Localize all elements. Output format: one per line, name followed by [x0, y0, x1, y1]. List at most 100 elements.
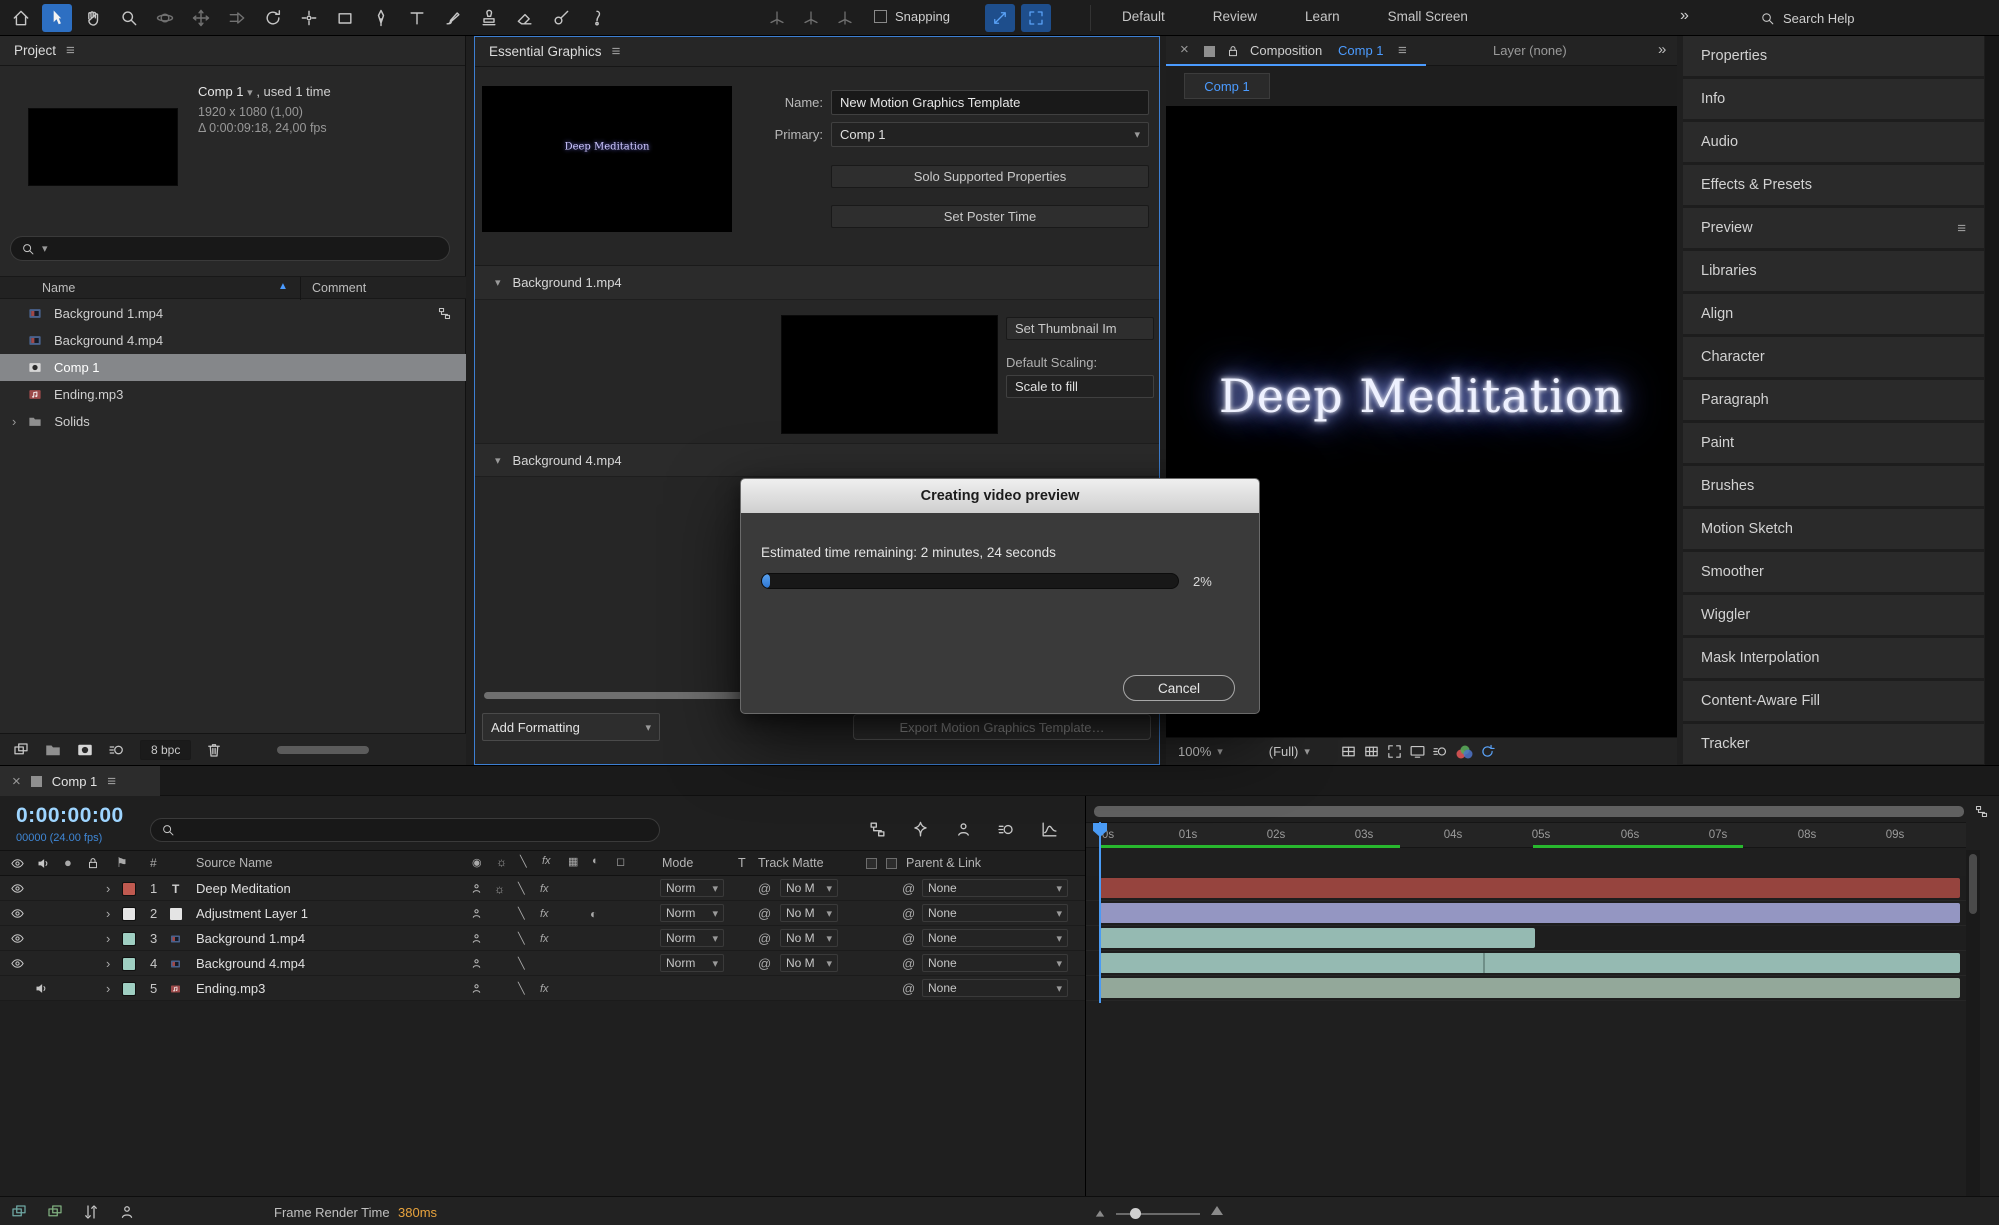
quality-icon[interactable]: ╲: [518, 976, 525, 1001]
layer-row-3[interactable]: › 3 Background 1.mp4 ╲ fx Norm▾ @ No M▾ …: [0, 926, 1085, 951]
bit-depth-button[interactable]: 8 bpc: [140, 740, 191, 760]
view-axis-mode-icon[interactable]: [830, 4, 860, 32]
layer-expander-icon[interactable]: ›: [106, 926, 110, 951]
selection-tool[interactable]: [42, 4, 72, 32]
channel-rgb-icon[interactable]: [1455, 744, 1473, 760]
orbit-camera-tool[interactable]: [150, 4, 180, 32]
zoom-in-mountain-icon[interactable]: [1211, 1206, 1223, 1215]
video-column-icon[interactable]: [10, 856, 25, 871]
source-name-column[interactable]: Source Name: [196, 856, 272, 870]
eye-icon[interactable]: [10, 956, 25, 971]
set-poster-time-button[interactable]: Set Poster Time: [831, 205, 1149, 228]
project-panel-header[interactable]: Project ≡: [0, 36, 465, 66]
expand-in-out-icon[interactable]: [82, 1203, 100, 1221]
render-info-icon[interactable]: [118, 1203, 136, 1221]
panel-menu-icon[interactable]: ≡: [66, 42, 75, 59]
track-matte-dropdown[interactable]: No M▾: [780, 879, 838, 897]
resolution-dropdown[interactable]: (Full): [1269, 744, 1299, 759]
expand-layer-switches-icon[interactable]: [10, 1203, 28, 1221]
parent-dropdown[interactable]: None▾: [922, 929, 1068, 947]
blend-mode-dropdown[interactable]: Norm▾: [660, 879, 724, 897]
comp-sub-tab[interactable]: Comp 1: [1184, 73, 1270, 99]
layer-name[interactable]: Ending.mp3: [196, 976, 265, 1001]
project-hscrollbar[interactable]: [277, 746, 369, 754]
project-item-ending-mp3[interactable]: Ending.mp3: [0, 381, 466, 408]
snapping-checkbox[interactable]: [874, 10, 887, 23]
layer-row-5[interactable]: › 5 Ending.mp3 ╲ fx @ None▾: [0, 976, 1085, 1001]
hand-tool[interactable]: [78, 4, 108, 32]
mini-flowchart-icon[interactable]: [868, 820, 887, 839]
rotate-tool[interactable]: [258, 4, 288, 32]
layer-row-4[interactable]: › 4 Background 4.mp4 ╲ Norm▾ @ No M▾ @ N…: [0, 951, 1085, 976]
quality-icon[interactable]: ╲: [518, 901, 525, 926]
parent-pickwhip-icon[interactable]: @: [902, 876, 915, 901]
layer-duration-bar[interactable]: [1100, 953, 1960, 973]
panel-tab-mask-interpolation[interactable]: Mask Interpolation: [1683, 638, 1984, 678]
sort-ascending-icon[interactable]: ▲: [278, 281, 288, 292]
essential-graphics-header[interactable]: Essential Graphics ≡: [475, 37, 1159, 67]
local-axis-mode-icon[interactable]: [762, 4, 792, 32]
eye-icon[interactable]: [10, 931, 25, 946]
column-name[interactable]: Name: [42, 281, 75, 295]
parent-pickwhip-icon[interactable]: @: [902, 926, 915, 951]
layer-name[interactable]: Background 4.mp4: [196, 951, 305, 976]
dialog-title-bar[interactable]: Creating video preview: [741, 479, 1259, 513]
pan-behind-tool[interactable]: [294, 4, 324, 32]
track-matte-dropdown[interactable]: No M▾: [780, 954, 838, 972]
layer-expander-icon[interactable]: ›: [106, 901, 110, 926]
timeline-vscrollbar[interactable]: [1966, 850, 1980, 1196]
panel-tab-brushes[interactable]: Brushes: [1683, 466, 1984, 506]
search-options-chevron-icon[interactable]: ▾: [42, 242, 48, 255]
world-axis-mode-icon[interactable]: [796, 4, 826, 32]
expand-transfer-controls-icon[interactable]: [46, 1203, 64, 1221]
panel-tab-paragraph[interactable]: Paragraph: [1683, 380, 1984, 420]
pan-camera-tool[interactable]: [186, 4, 216, 32]
fx-icon[interactable]: fx: [540, 901, 549, 926]
parent-dropdown[interactable]: None▾: [922, 954, 1068, 972]
panel-tab-wiggler[interactable]: Wiggler: [1683, 595, 1984, 635]
composition-tab-comp-name[interactable]: Comp 1: [1338, 43, 1384, 58]
layer-expander-icon[interactable]: ›: [106, 876, 110, 901]
workspace-tab-small-screen[interactable]: Small Screen: [1388, 9, 1468, 24]
eye-icon[interactable]: [10, 906, 25, 921]
quality-icon[interactable]: ╲: [518, 926, 525, 951]
panel-tab-effects-presets[interactable]: Effects & Presets: [1683, 165, 1984, 205]
section-background4[interactable]: ▾ Background 4.mp4: [475, 443, 1159, 477]
snap-to-features-icon[interactable]: [1021, 4, 1051, 32]
layer-name[interactable]: Adjustment Layer 1: [196, 901, 308, 926]
label-color-swatch[interactable]: [122, 882, 136, 896]
blend-mode-dropdown[interactable]: Norm▾: [660, 929, 724, 947]
timeline-zoom-thumb[interactable]: [1130, 1208, 1141, 1219]
brush-tool[interactable]: [438, 4, 468, 32]
blend-mode-dropdown[interactable]: Norm▾: [660, 954, 724, 972]
panel-menu-icon[interactable]: ≡: [107, 773, 116, 790]
shy-icon[interactable]: [470, 932, 483, 945]
mode-column[interactable]: Mode: [662, 856, 693, 870]
shy-column-icon[interactable]: ◉: [472, 856, 482, 869]
help-search[interactable]: Search Help: [1752, 6, 1988, 30]
parent-pickwhip-icon[interactable]: @: [902, 901, 915, 926]
layer-row-2[interactable]: › 2 Adjustment Layer 1 ╲ fx ◐ Norm▾ @ No…: [0, 901, 1085, 926]
snap-to-edges-icon[interactable]: [985, 4, 1015, 32]
add-formatting-dropdown[interactable]: Add Formatting ▾: [482, 713, 660, 741]
matte-invert-icon[interactable]: [886, 858, 897, 869]
number-column[interactable]: #: [150, 856, 157, 870]
track-matte-dropdown[interactable]: No M▾: [780, 904, 838, 922]
project-search-input[interactable]: ▾: [10, 236, 450, 261]
type-tool[interactable]: [402, 4, 432, 32]
fast-previews-icon[interactable]: [1479, 743, 1496, 760]
chevron-down-icon[interactable]: ▾: [1304, 745, 1310, 758]
label-color-swatch[interactable]: [122, 957, 136, 971]
cancel-button[interactable]: Cancel: [1123, 675, 1235, 701]
comp-name-chevron-icon[interactable]: ▾: [247, 87, 253, 99]
eraser-tool[interactable]: [510, 4, 540, 32]
frame-blending-icon[interactable]: [997, 820, 1016, 839]
clone-stamp-tool[interactable]: [474, 4, 504, 32]
adjustment-icon[interactable]: ◐: [590, 901, 597, 926]
fx-icon[interactable]: fx: [540, 876, 549, 901]
exposure-icon[interactable]: [1432, 743, 1449, 760]
parent-dropdown[interactable]: None▾: [922, 904, 1068, 922]
frame-blend-column-icon[interactable]: ▦: [568, 855, 578, 868]
trash-icon[interactable]: [205, 741, 223, 759]
section-open-icon[interactable]: ▾: [495, 454, 501, 467]
